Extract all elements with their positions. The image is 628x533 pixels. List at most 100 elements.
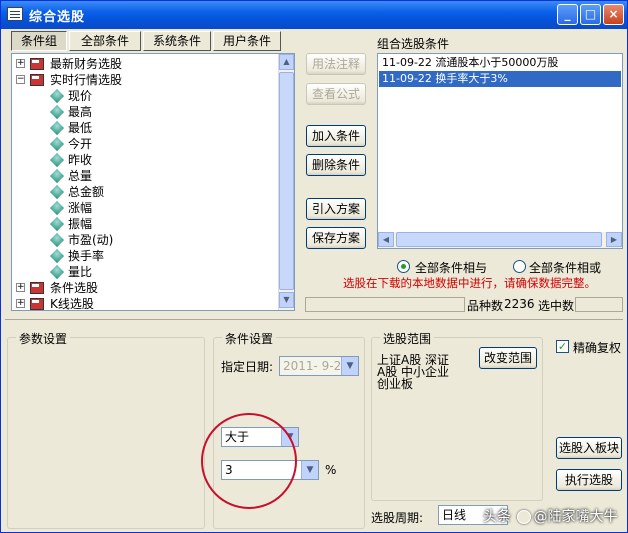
expand-icon[interactable]: + (16, 299, 25, 308)
data-warning-text: 选股在下载的本地数据中进行，请确保数据完整。 (343, 276, 596, 290)
view-formula-button[interactable]: 查看公式 (306, 83, 366, 105)
mode-or-label[interactable]: 全部条件相或 (529, 259, 601, 276)
tree-item-label: 总量 (68, 169, 93, 183)
title-bar[interactable]: 综合选股 _ □ × (1, 1, 627, 29)
diamond-icon (49, 200, 65, 216)
diamond-icon (49, 232, 65, 248)
mode-and-label[interactable]: 全部条件相与 (415, 259, 487, 276)
save-plan-button[interactable]: 保存方案 (306, 227, 366, 249)
tab-condition-group[interactable]: 条件组 (11, 31, 67, 51)
tree-item-volume-ratio[interactable]: 量比 (49, 264, 250, 280)
scroll-left-arrow-icon[interactable]: ◀ (378, 232, 394, 247)
mode-or-radio[interactable] (513, 260, 526, 273)
tree-item-label: 最低 (68, 121, 93, 135)
tree-group-label: K线选股 (50, 297, 94, 311)
folder-icon (30, 58, 44, 70)
tree-item-turnover[interactable]: 换手率 (49, 248, 250, 264)
import-plan-button[interactable]: 引入方案 (306, 198, 366, 220)
tree-item-label: 市盈(动) (68, 233, 114, 247)
tree-item-open[interactable]: 今开 (49, 136, 250, 152)
usage-note-button[interactable]: 用法注释 (306, 53, 366, 75)
diamond-icon (49, 152, 65, 168)
tree-item-label: 换手率 (68, 249, 105, 263)
tree-item-amplitude[interactable]: 振幅 (49, 216, 250, 232)
tree-item-low[interactable]: 最低 (49, 120, 250, 136)
combo-horizontal-scrollbar[interactable]: ◀ ▶ (378, 232, 622, 248)
tree-group-latest-financial[interactable]: + 最新财务选股 (16, 56, 280, 72)
condition-tree[interactable]: + 最新财务选股 − 实时行情选股 现价 最高 最低 今开 昨收 总量 总金额 … (11, 53, 295, 311)
delete-condition-button[interactable]: 删除条件 (306, 154, 366, 176)
tree-group-kline[interactable]: + K线选股 (16, 296, 280, 312)
combo-conditions-list[interactable]: 11-09-22 流通股本小于50000万股 11-09-22 换手率大于3% … (377, 53, 623, 249)
section-divider (5, 319, 623, 320)
tree-item-label: 振幅 (68, 217, 93, 231)
exact-restore-checkbox[interactable]: ✓ (556, 340, 569, 353)
folder-icon (30, 282, 44, 294)
expand-icon[interactable]: + (16, 283, 25, 292)
folder-icon (30, 298, 44, 310)
toutiao-logo-icon (517, 510, 532, 524)
tree-group-condition[interactable]: + 条件选股 (16, 280, 280, 296)
diamond-icon (49, 168, 65, 184)
diamond-icon (49, 120, 65, 136)
exact-restore-label[interactable]: 精确复权 (573, 339, 621, 356)
date-picker[interactable]: 2011- 9-22 ▼ (279, 356, 359, 376)
window-app-icon (7, 7, 23, 21)
diamond-icon (49, 136, 65, 152)
chevron-down-icon[interactable]: ▼ (301, 461, 318, 479)
param-settings-group: 参数设置 (7, 330, 205, 529)
add-condition-button[interactable]: 加入条件 (306, 125, 366, 147)
tab-user-conditions[interactable]: 用户条件 (213, 31, 281, 51)
diamond-icon (49, 248, 65, 264)
tree-group-label: 最新财务选股 (50, 57, 123, 71)
variety-count-value: 2236 (504, 297, 535, 311)
stock-range-title: 选股范围 (380, 330, 435, 347)
param-settings-title: 参数设置 (16, 330, 71, 347)
unit-label: % (325, 463, 337, 477)
watermark-name: 陆家嘴大牛 (547, 509, 618, 525)
collapse-icon[interactable]: − (16, 75, 25, 84)
condition-settings-title: 条件设置 (222, 330, 277, 347)
variety-count-label: 品种数 (467, 299, 504, 313)
stock-screener-window: 综合选股 _ □ × 条件组 全部条件 系统条件 用户条件 + 最新财务选股 −… (0, 0, 628, 533)
minimize-button[interactable]: _ (557, 4, 578, 25)
tree-item-pe[interactable]: 市盈(动) (49, 232, 250, 248)
close-button[interactable]: × (603, 4, 624, 25)
combo-conditions-label: 组合选股条件 (377, 37, 450, 51)
tab-system-conditions[interactable]: 系统条件 (143, 31, 211, 51)
scroll-thumb[interactable] (279, 72, 294, 290)
tree-group-label: 条件选股 (50, 281, 99, 295)
tree-group-realtime[interactable]: − 实时行情选股 (16, 72, 280, 88)
scroll-thumb[interactable] (396, 232, 602, 247)
execute-screening-button[interactable]: 执行选股 (556, 469, 622, 491)
watermark-at: @ (533, 509, 548, 525)
scroll-up-arrow-icon[interactable]: ▲ (279, 54, 294, 70)
diamond-icon (49, 88, 65, 104)
scroll-down-arrow-icon[interactable]: ▼ (279, 292, 294, 308)
chevron-down-icon[interactable]: ▼ (341, 357, 358, 375)
combo-condition-row-selected[interactable]: 11-09-22 换手率大于3% (379, 71, 621, 87)
selected-count-label: 选中数 (538, 299, 575, 313)
selected-count-box (575, 297, 623, 312)
add-to-board-button[interactable]: 选股入板块 (556, 437, 622, 459)
tree-group-label: 实时行情选股 (50, 73, 123, 87)
watermark-prefix: 头条 (483, 509, 511, 525)
tree-item-high[interactable]: 最高 (49, 104, 250, 120)
tree-item-amount[interactable]: 总金额 (49, 184, 250, 200)
tree-item-prev-close[interactable]: 昨收 (49, 152, 250, 168)
tree-vertical-scrollbar[interactable]: ▲ ▼ (278, 54, 294, 310)
tree-item-label: 现价 (68, 89, 93, 103)
tree-item-label: 总金额 (68, 185, 105, 199)
tab-all-conditions[interactable]: 全部条件 (69, 31, 141, 51)
expand-icon[interactable]: + (16, 59, 25, 68)
mode-and-radio[interactable] (397, 260, 410, 273)
tree-item-change[interactable]: 涨幅 (49, 200, 250, 216)
tree-item-label: 涨幅 (68, 201, 93, 215)
maximize-button[interactable]: □ (580, 4, 601, 25)
tree-item-price[interactable]: 现价 (49, 88, 250, 104)
window-title: 综合选股 (29, 10, 86, 25)
scroll-right-arrow-icon[interactable]: ▶ (606, 232, 622, 247)
combo-condition-row[interactable]: 11-09-22 流通股本小于50000万股 (379, 55, 621, 71)
change-range-button[interactable]: 改变范围 (479, 347, 537, 369)
tree-item-volume[interactable]: 总量 (49, 168, 250, 184)
